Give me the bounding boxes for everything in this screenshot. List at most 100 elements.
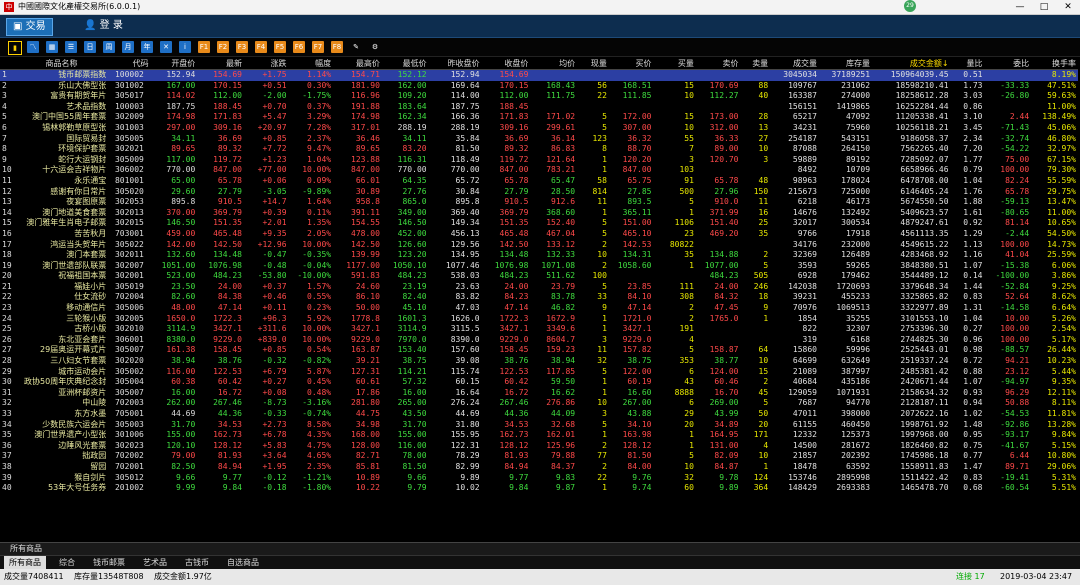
table-row[interactable]: 12 感谢有你日常片 305020 29.60 27.79 -3.05 -9.89% 30.8… — [0, 187, 1078, 198]
table-row[interactable]: 8 环境保护套票 302021 89.65 89.32 +7.72 9.47% 89.65 83… — [0, 144, 1078, 155]
day-icon[interactable]: 日 — [84, 41, 96, 53]
column-header[interactable]: 成交量 — [770, 57, 819, 70]
table-row[interactable]: 22 仕女流砂 702004 82.60 84.38 +0.46 0.55% 86.10 82.… — [0, 292, 1078, 303]
notification-badge[interactable]: 29 — [904, 0, 916, 12]
column-header[interactable]: 商品名称 — [14, 57, 109, 70]
tab-3[interactable]: 艺术品 — [138, 556, 172, 569]
year-icon[interactable]: 年 — [141, 41, 153, 53]
table-cell: 32 — [597, 356, 607, 366]
table-row[interactable]: 9 蛇行大运钢封 305009 117.00 119.72 +1.23 1.04% 123.8… — [0, 155, 1078, 166]
table-row[interactable]: 14 澳门地道美食套票 302013 370.00 369.79 +0.39 0.11% 39… — [0, 208, 1078, 219]
grid-icon[interactable]: ▦ — [46, 41, 58, 53]
table-row[interactable]: 27 29届奥运开幕式片 305007 161.38 158.45 +0.85 0.54% 1… — [0, 345, 1078, 356]
f5-icon[interactable]: F5 — [274, 41, 286, 53]
table-row[interactable]: 40 53年大号任务券 201002 9.99 9.84 -0.18 -1.80% 10.22… — [0, 483, 1078, 494]
table-row[interactable]: 10 十六运会吉祥物片 306002 770.00 847.00 +77.00 10.00%… — [0, 165, 1078, 176]
column-header[interactable]: 现量 — [577, 57, 609, 70]
column-header[interactable]: 最新 — [197, 57, 244, 70]
table-cell: 44.09 — [551, 409, 576, 418]
table-cell: -80.65 — [1000, 207, 1030, 217]
column-header[interactable]: 量比 — [950, 57, 985, 70]
table-cell: 34.53 — [217, 419, 242, 429]
maximize-button[interactable]: □ — [1032, 0, 1056, 14]
table-row[interactable]: 25 古桥小版 302010 3114.9 3427.1 +311.6 10.00% 3427… — [0, 324, 1078, 335]
table-row[interactable]: 11 永乐通宝 801001 65.00 65.78 +0.06 0.09% 66.01 64.… — [0, 176, 1078, 187]
column-header[interactable]: 委比 — [984, 57, 1032, 70]
table-row[interactable]: 38 留园 702001 82.50 84.94 +1.95 2.35% 85.81 81.50… — [0, 462, 1078, 473]
table-row[interactable]: 26 东北亚会套片 306001 8380.0 9229.0 +839.0 10.00% 92… — [0, 335, 1078, 346]
info-icon[interactable]: i — [179, 41, 191, 53]
table-row[interactable]: 1 钱币邮票指数 100002 152.94 154.69 +1.75 1.14% 154.7… — [0, 69, 1078, 81]
f4-icon[interactable]: F4 — [255, 41, 267, 53]
gear-icon[interactable]: ⚙ — [369, 41, 381, 53]
month-icon[interactable]: 月 — [122, 41, 134, 53]
table-row[interactable]: 7 国际贸易封 305005 34.11 36.69 +0.85 2.37% 36.46 34.… — [0, 134, 1078, 145]
table-row[interactable]: 5 澳门中国55周年套票 302009 174.98 171.83 +5.47 3.29% 1… — [0, 112, 1078, 123]
nav-login[interactable]: 👤 登 录 — [78, 18, 129, 34]
column-header[interactable]: 买量 — [653, 57, 696, 70]
table-row[interactable]: 31 亚洲杯邮资片 305007 16.00 16.72 +0.08 0.48% 17.86 1… — [0, 388, 1078, 399]
column-header[interactable]: 库存量 — [818, 57, 873, 70]
tab-4[interactable]: 古钱币 — [180, 556, 214, 569]
column-header[interactable]: 开盘价 — [150, 57, 198, 70]
column-header[interactable]: 买价 — [608, 57, 654, 70]
column-header[interactable]: 换手率 — [1031, 57, 1078, 70]
nav-trade[interactable]: ▣ 交易 — [6, 18, 53, 36]
table-row[interactable]: 34 少数民族六运会片 305003 31.70 34.53 +2.73 8.58% 34.9… — [0, 420, 1078, 431]
list-icon[interactable]: ☰ — [65, 41, 77, 53]
column-header[interactable]: 昨收盘价 — [428, 57, 482, 70]
table-row[interactable]: 18 澳门本套票 302011 132.60 134.48 -0.47 -0.35% 139.… — [0, 250, 1078, 261]
table-row[interactable]: 33 东方水墨 705001 44.69 44.36 -0.33 -0.74% 44.75 43… — [0, 409, 1078, 420]
minimize-button[interactable]: — — [1008, 0, 1032, 14]
table-row[interactable]: 36 边陲风光套票 302023 120.10 128.12 +5.83 4.75% 128.… — [0, 441, 1078, 452]
tab-5[interactable]: 自选商品 — [222, 556, 264, 569]
table-row[interactable]: 39 猴自剑片 305012 9.66 9.77 -0.12 -1.21% 10.89 9.66… — [0, 473, 1078, 484]
table-cell: 3 — [602, 409, 607, 418]
tab-1[interactable]: 综合 — [54, 556, 80, 569]
column-header[interactable]: 成交金额↓ — [872, 57, 951, 70]
table-row[interactable]: 37 拙政园 702002 79.00 81.93 +3.64 4.65% 82.71 78.0… — [0, 451, 1078, 462]
column-header[interactable] — [0, 57, 15, 70]
column-header[interactable]: 涨跌 — [243, 57, 289, 70]
bar-chart-icon[interactable]: ▮ — [8, 41, 22, 55]
note-icon[interactable]: ✎ — [350, 41, 362, 53]
column-header[interactable]: 卖量 — [740, 57, 771, 70]
f3-icon[interactable]: F3 — [236, 41, 248, 53]
table-row[interactable]: 29 城市运动会片 305002 116.00 122.53 +6.79 5.87% 127.… — [0, 367, 1078, 378]
close-button[interactable]: ✕ — [1056, 0, 1080, 14]
table-row[interactable]: 35 澳门世界遗产小型张 301006 155.00 162.73 +6.78 4.35% 1… — [0, 430, 1078, 441]
table-row[interactable]: 30 政协50周年庆典纪念封 305004 60.38 60.42 +0.27 0.45% 6… — [0, 377, 1078, 388]
table-row[interactable]: 20 祝福祖国本票 302001 523.00 484.23 -53.80 -10.00% 5… — [0, 271, 1078, 282]
line-chart-icon[interactable]: 〽 — [27, 41, 39, 53]
column-header[interactable]: 收盘价 — [481, 57, 531, 70]
table-row[interactable]: 23 移动通信片 305006 48.00 47.14 +0.11 0.23% 50.00 45… — [0, 303, 1078, 314]
table-row[interactable]: 28 三八妇女节套票 302020 38.94 38.76 -0.32 -0.82% 39.2… — [0, 356, 1078, 367]
f1-icon[interactable]: F1 — [198, 41, 210, 53]
column-header[interactable]: 代码 — [108, 57, 151, 70]
column-header[interactable]: 均价 — [530, 57, 578, 70]
f7-icon[interactable]: F7 — [312, 41, 324, 53]
column-header[interactable]: 最高价 — [333, 57, 382, 70]
cross-icon[interactable]: ✕ — [160, 41, 172, 53]
table-row[interactable]: 4 艺术品指数 100003 187.75 188.45 +0.70 0.37% 191.88… — [0, 102, 1078, 113]
table-row[interactable]: 2 乐山大佛型张 301002 167.00 170.15 +0.51 0.30% 181.9… — [0, 81, 1078, 92]
table-row[interactable]: 6 锡林郭勒草原型张 301003 297.00 309.16 +20.97 7.28% 31… — [0, 123, 1078, 134]
f2-icon[interactable]: F2 — [217, 41, 229, 53]
column-header[interactable]: 最低价 — [381, 57, 429, 70]
table-row[interactable]: 15 澳门雅年生肖电子邮票 302015 146.50 151.35 +2.01 1.35%… — [0, 218, 1078, 229]
tab-2[interactable]: 钱币邮票 — [88, 556, 130, 569]
week-icon[interactable]: 周 — [103, 41, 115, 53]
f8-icon[interactable]: F8 — [331, 41, 343, 53]
f6-icon[interactable]: F6 — [293, 41, 305, 53]
tab-0[interactable]: 所有商品 — [4, 556, 46, 569]
table-row[interactable]: 21 福娃小片 305019 23.50 24.00 +0.37 1.57% 24.60 23.… — [0, 282, 1078, 293]
table-row[interactable]: 3 富贵有期贺年片 305017 114.02 112.00 -2.00 -1.75% 116… — [0, 91, 1078, 102]
table-row[interactable]: 17 鸿运当头贺年片 305022 142.00 142.50 +12.96 10.00% 1… — [0, 240, 1078, 251]
table-row[interactable]: 24 三轮猴小版 302005 1650.0 1722.3 +96.3 5.92% 1778.… — [0, 314, 1078, 325]
column-header[interactable]: 卖价 — [695, 57, 741, 70]
column-header[interactable]: 幅度 — [288, 57, 334, 70]
table-row[interactable]: 19 澳门世遗部队联票 302007 1051.00 1076.98 -0.48 -0.04… — [0, 261, 1078, 272]
table-row[interactable]: 13 夜宴图原票 302053 895.8 910.5 +14.7 1.64% 958.8 86… — [0, 197, 1078, 208]
table-row[interactable]: 16 苦苦秋月 703001 459.00 465.48 +9.35 2.05% 478.00… — [0, 229, 1078, 240]
table-row[interactable]: 32 中山陵 702003 262.00 267.46 -8.73 -3.16% 281.80… — [0, 398, 1078, 409]
